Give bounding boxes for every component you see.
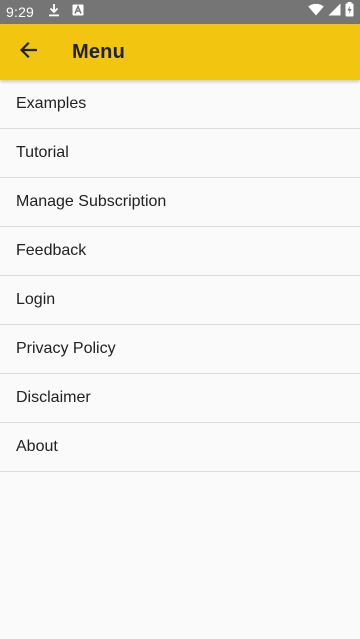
page-title: Menu [72, 40, 126, 63]
status-notification-icons [48, 3, 84, 22]
menu-item-tutorial[interactable]: Tutorial [0, 129, 360, 178]
back-button[interactable] [0, 24, 56, 80]
signal-icon [328, 3, 341, 21]
menu-item-login[interactable]: Login [0, 276, 360, 325]
notification-a-icon [72, 3, 84, 21]
menu-item-label: Feedback [16, 242, 87, 259]
menu-item-label: About [16, 438, 58, 455]
menu-item-label: Privacy Policy [16, 340, 116, 357]
download-icon [48, 3, 60, 22]
menu-item-feedback[interactable]: Feedback [0, 227, 360, 276]
menu-list: Examples Tutorial Manage Subscription Fe… [0, 80, 360, 472]
menu-item-label: Disclaimer [16, 389, 91, 406]
wifi-icon [308, 3, 324, 21]
status-bar: 9:29 [0, 0, 360, 24]
status-time: 9:29 [6, 4, 35, 20]
menu-item-disclaimer[interactable]: Disclaimer [0, 374, 360, 423]
app-bar: Menu [0, 24, 360, 80]
battery-charging-icon [345, 2, 354, 22]
menu-item-label: Examples [16, 95, 87, 112]
status-system-icons [308, 2, 354, 22]
menu-item-about[interactable]: About [0, 423, 360, 472]
menu-item-label: Manage Subscription [16, 193, 167, 210]
menu-item-examples[interactable]: Examples [0, 80, 360, 129]
menu-item-label: Login [16, 291, 56, 308]
menu-item-privacy-policy[interactable]: Privacy Policy [0, 325, 360, 374]
arrow-back-icon [19, 41, 38, 64]
menu-item-label: Tutorial [16, 144, 69, 161]
menu-item-manage-subscription[interactable]: Manage Subscription [0, 178, 360, 227]
